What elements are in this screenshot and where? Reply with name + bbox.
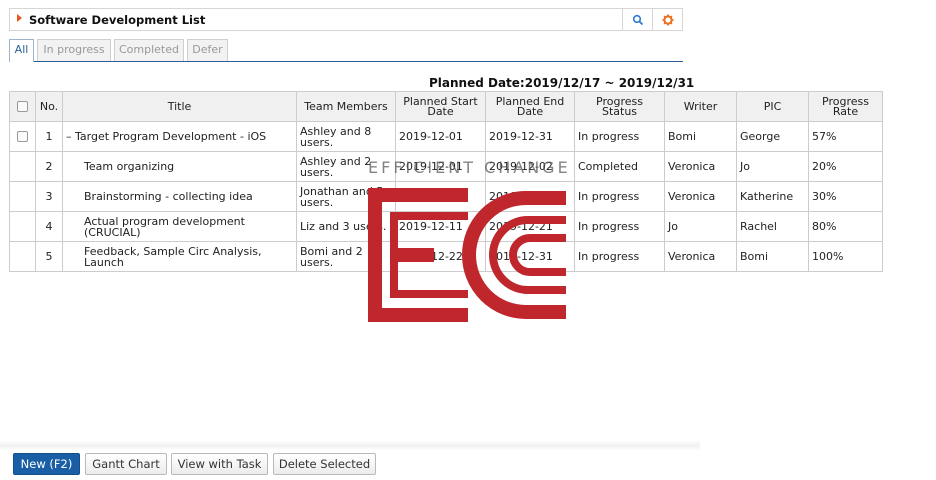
table-header-row: No. Title Team Members Planned Start Dat… [9,91,883,122]
column-header[interactable]: No. [35,91,63,122]
pic: Rachel [736,211,809,242]
column-header[interactable]: PIC [736,91,809,122]
task-title-link[interactable]: Actual program development (CRUCIAL) [66,216,293,238]
writer: Bomi [664,121,737,152]
pic: George [736,121,809,152]
task-title-cell: Team organizing [62,151,297,182]
row-number: 4 [35,211,63,242]
progress-rate: 30% [808,181,883,212]
column-header[interactable]: Progress Status [574,91,665,122]
column-header[interactable]: Planned End Date [485,91,575,122]
watermark-text: EFFICIENT CHANGE [368,158,571,177]
task-title-link[interactable]: Brainstorming - collecting idea [66,191,253,202]
row-number: 1 [35,121,63,152]
tab-all[interactable]: All [9,39,34,62]
list-header: Software Development List [9,8,683,31]
row-number: 3 [35,181,63,212]
writer: Veronica [664,241,737,272]
pic: Bomi [736,241,809,272]
page-title: Software Development List [29,13,206,27]
writer: Veronica [664,151,737,182]
row-select-cell [9,211,36,242]
search-button[interactable] [622,9,652,30]
settings-button[interactable] [652,9,682,30]
row-number: 5 [35,241,63,272]
planned-date-range: Planned Date:2019/12/17 ~ 2019/12/31 [429,76,695,90]
planned-end: 2019-12-31 [485,121,575,152]
writer: Jo [664,211,737,242]
row-select-cell [9,181,36,212]
planned-start: 2019-12-01 [395,121,486,152]
column-header[interactable]: Title [62,91,297,122]
pic: Katherine [736,181,809,212]
task-title-link[interactable]: Team organizing [66,161,174,172]
row-select-cell[interactable] [9,121,36,152]
progress-status: In progress [574,121,665,152]
row-select-cell [9,151,36,182]
progress-rate: 80% [808,211,883,242]
chevron-right-icon [17,14,22,22]
table-row[interactable]: 1 – Target Program Development - iOS Ash… [9,121,883,152]
view-with-task-button[interactable]: View with Task [171,453,268,475]
tab-defer[interactable]: Defer [187,39,228,61]
task-title-link[interactable]: – Target Program Development - iOS [62,121,297,152]
search-icon [632,14,643,25]
ec-logo-watermark-icon [368,188,566,322]
delete-selected-button[interactable]: Delete Selected [273,453,376,475]
tab-in-progress[interactable]: In progress [37,39,111,61]
status-tabs: All In progress Completed Defer [9,39,683,62]
gear-icon [662,14,673,25]
pic: Jo [736,151,809,182]
team-members: Ashley and 8 users. [296,121,396,152]
select-all-cell[interactable] [9,91,36,122]
progress-rate: 20% [808,151,883,182]
row-checkbox[interactable] [17,131,28,143]
gantt-chart-button[interactable]: Gantt Chart [85,453,167,475]
progress-rate: 100% [808,241,883,272]
task-title-cell: Actual program development (CRUCIAL) [62,211,297,242]
column-header[interactable]: Progress Rate [808,91,883,122]
progress-status: In progress [574,211,665,242]
row-select-cell [9,241,36,272]
column-header[interactable]: Writer [664,91,737,122]
task-title-cell: Brainstorming - collecting idea [62,181,297,212]
progress-status: In progress [574,181,665,212]
tab-completed[interactable]: Completed [114,39,184,61]
progress-rate: 57% [808,121,883,152]
task-title-link[interactable]: Feedback, Sample Circ Analysis, Launch [66,246,293,268]
select-all-checkbox[interactable] [17,101,28,112]
progress-status: In progress [574,241,665,272]
column-header[interactable]: Planned Start Date [395,91,486,122]
progress-status: Completed [574,151,665,182]
footer-divider [0,440,700,450]
writer: Veronica [664,181,737,212]
task-title-cell: Feedback, Sample Circ Analysis, Launch [62,241,297,272]
column-header[interactable]: Team Members [296,91,396,122]
row-number: 2 [35,151,63,182]
new-button[interactable]: New (F2) [13,453,80,475]
